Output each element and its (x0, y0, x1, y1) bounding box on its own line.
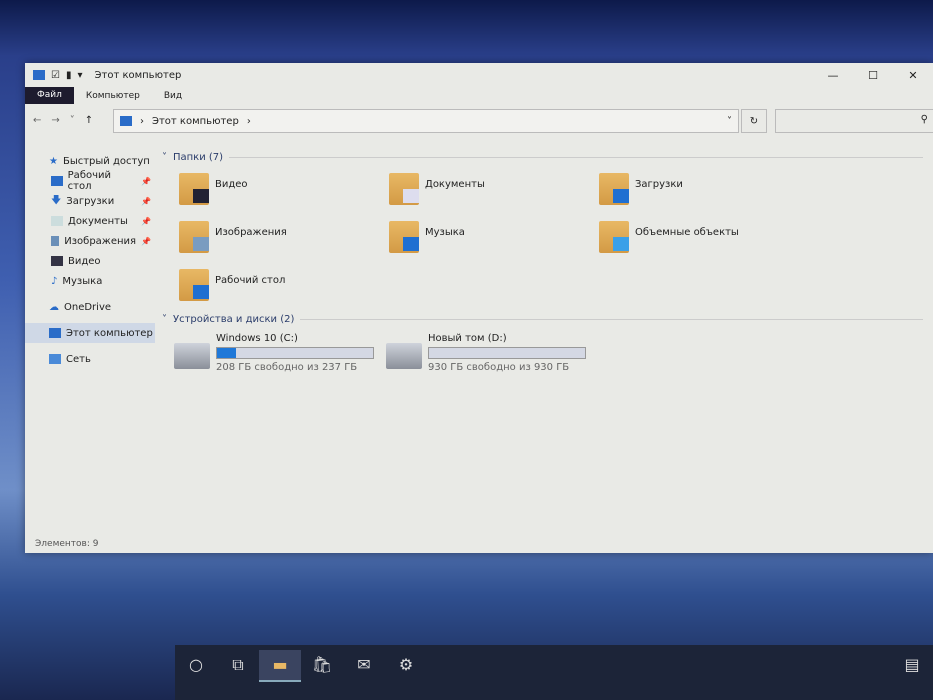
refresh-button[interactable]: ↻ (741, 109, 767, 133)
folder-icon[interactable]: ▮ (66, 70, 72, 81)
drives-group-header[interactable]: ˅ Устройства и диски (2) (162, 311, 933, 327)
file-explorer-window: ☑ ▮ ▾ Этот компьютер — ☐ ✕ Файл Компьюте… (25, 63, 933, 553)
folders-grid: Видео Документы Загрузки Изображения Муз… (162, 165, 933, 311)
music-icon: ♪ (51, 275, 58, 287)
drive-usage-bar (428, 347, 586, 359)
up-button[interactable]: ↑ (85, 115, 93, 126)
drives-list: Windows 10 (C:) 208 ГБ свободно из 237 Г… (162, 327, 933, 373)
minimize-button[interactable]: — (813, 69, 853, 82)
sidebar-item-videos[interactable]: Видео (25, 251, 155, 271)
windows-drive-icon (174, 343, 210, 369)
address-text: Этот компьютер (152, 115, 239, 127)
sidebar-item-quick-access[interactable]: ★ Быстрый доступ (25, 151, 155, 171)
computer-icon (33, 70, 45, 80)
sidebar: ★ Быстрый доступ Рабочий стол 📌 🡇 Загрузки 📌… (25, 151, 155, 369)
folder-documents[interactable]: Документы (389, 173, 599, 209)
sidebar-item-music[interactable]: ♪ Музыка (25, 271, 155, 291)
video-folder-icon (179, 173, 209, 205)
folder-3d-objects[interactable]: Объемные объекты (599, 221, 809, 257)
search-input[interactable]: ⚲ (775, 109, 933, 133)
folder-videos[interactable]: Видео (179, 173, 389, 209)
status-bar-count: Элементов: 9 (35, 539, 99, 549)
computer-icon (120, 116, 132, 126)
computer-icon (49, 328, 61, 338)
folder-music[interactable]: Музыка (389, 221, 599, 257)
folders-group-header[interactable]: ˅ Папки (7) (162, 149, 933, 165)
cortana-icon[interactable]: ○ (175, 650, 217, 682)
folder-pictures[interactable]: Изображения (179, 221, 389, 257)
documents-icon (51, 216, 63, 226)
drive-usage-bar (216, 347, 374, 359)
downloads-folder-icon (599, 173, 629, 205)
chevron-down-icon: ˅ (162, 313, 167, 325)
star-icon: ★ (49, 155, 58, 167)
desktop-icon (51, 176, 63, 186)
sidebar-item-network[interactable]: Сеть (25, 349, 155, 369)
desktop-folder-icon (179, 269, 209, 301)
content-area: ˅ Папки (7) Видео Документы Загрузки Изоб… (162, 149, 933, 373)
window-title: Этот компьютер (94, 69, 182, 81)
address-dropdown-icon[interactable]: ˅ (727, 116, 732, 127)
pin-icon: 📌 (141, 176, 151, 186)
sidebar-item-downloads[interactable]: 🡇 Загрузки 📌 (25, 191, 155, 211)
sidebar-item-pictures[interactable]: Изображения 📌 (25, 231, 155, 251)
chevron-down-icon[interactable]: ▾ (77, 70, 82, 81)
tab-view[interactable]: Вид (152, 89, 194, 103)
network-icon (49, 354, 61, 364)
music-folder-icon (389, 221, 419, 253)
title-bar: ☑ ▮ ▾ Этот компьютер — ☐ ✕ (25, 63, 933, 87)
download-icon: 🡇 (51, 194, 62, 206)
store-icon[interactable]: 🛍 (301, 650, 343, 682)
task-view-icon[interactable]: ⧉ (217, 650, 259, 682)
settings-icon[interactable]: ⚙ (385, 650, 427, 682)
drive-d[interactable]: Новый том (D:) 930 ГБ свободно из 930 ГБ (386, 333, 586, 373)
properties-icon[interactable]: ☑ (51, 70, 60, 81)
3d-objects-folder-icon (599, 221, 629, 253)
sidebar-item-onedrive[interactable]: ☁ OneDrive (25, 297, 155, 317)
sidebar-item-this-pc[interactable]: Этот компьютер (25, 323, 155, 343)
sidebar-item-documents[interactable]: Документы 📌 (25, 211, 155, 231)
recent-chevron-icon[interactable]: ˅ (70, 115, 75, 126)
ribbon-tabs: Файл Компьютер Вид (25, 87, 933, 104)
close-button[interactable]: ✕ (893, 69, 933, 82)
file-explorer-taskbar-icon[interactable]: ▬ (259, 650, 301, 682)
taskbar: ○ ⧉ ▬ 🛍 ✉ ⚙ ▤ (175, 645, 933, 700)
forward-button[interactable]: → (51, 115, 59, 126)
sidebar-item-desktop[interactable]: Рабочий стол 📌 (25, 170, 155, 192)
folder-downloads[interactable]: Загрузки (599, 173, 809, 209)
maximize-button[interactable]: ☐ (853, 69, 893, 82)
drive-c[interactable]: Windows 10 (C:) 208 ГБ свободно из 237 Г… (174, 333, 374, 373)
tab-computer[interactable]: Компьютер (74, 89, 152, 103)
notifications-icon[interactable]: ▤ (891, 650, 933, 682)
pin-icon: 📌 (141, 196, 151, 206)
video-icon (51, 256, 63, 266)
folder-desktop[interactable]: Рабочий стол (179, 269, 389, 305)
chevron-right-icon: › (140, 115, 144, 127)
drive-icon (386, 343, 422, 369)
search-icon: ⚲ (920, 114, 928, 125)
tab-file[interactable]: Файл (25, 87, 74, 104)
chevron-right-icon: › (246, 115, 251, 127)
pictures-icon (51, 236, 60, 246)
mail-icon[interactable]: ✉ (343, 650, 385, 682)
pin-icon: 📌 (141, 216, 151, 226)
cloud-icon: ☁ (49, 301, 59, 313)
pin-icon: 📌 (141, 236, 151, 246)
pictures-folder-icon (179, 221, 209, 253)
chevron-down-icon: ˅ (162, 151, 167, 163)
documents-folder-icon (389, 173, 419, 205)
address-bar[interactable]: › Этот компьютер › ˅ (113, 109, 739, 133)
back-button[interactable]: ← (33, 115, 41, 126)
